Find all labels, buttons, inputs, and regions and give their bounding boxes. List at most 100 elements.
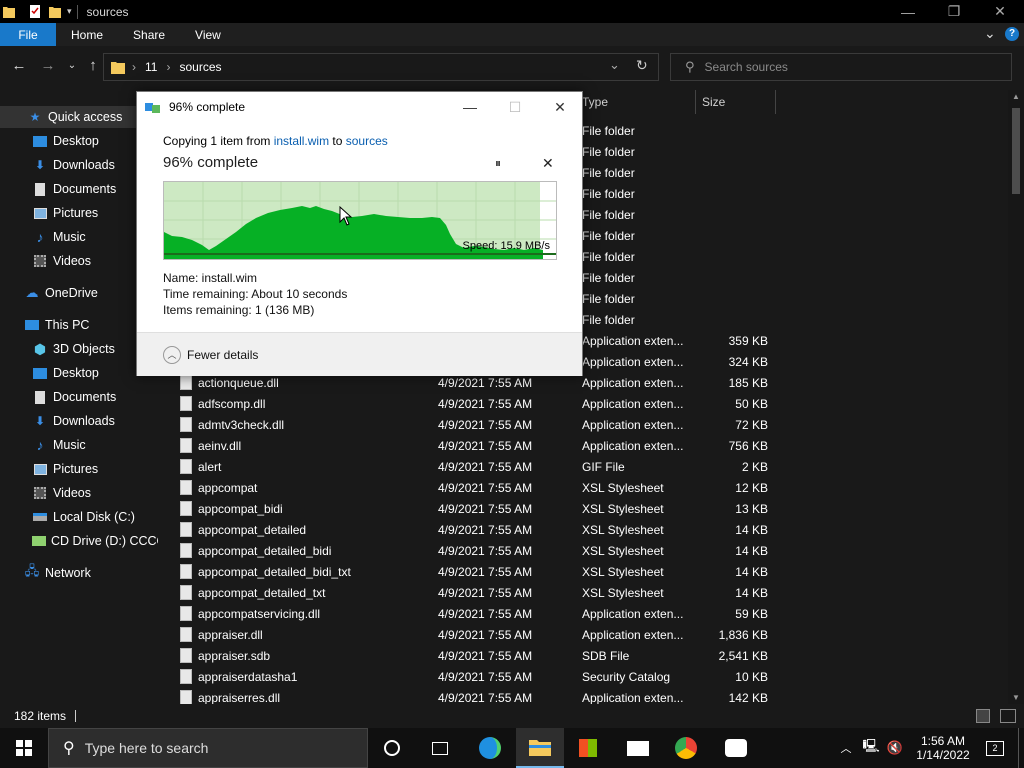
- up-arrow-icon[interactable]: ↑: [83, 57, 103, 74]
- table-row[interactable]: adfscomp.dll 4/9/2021 7:55 AM Application …: [170, 393, 1008, 414]
- cube-icon: ⬢: [33, 340, 47, 357]
- sidebar-item-desktop[interactable]: Desktop: [0, 130, 158, 152]
- scroll-down-icon[interactable]: ▼: [1012, 693, 1020, 702]
- sidebar-item-3d-objects[interactable]: ⬢ 3D Objects: [0, 338, 158, 360]
- taskbar-search-box[interactable]: ⚲ Type here to search: [48, 728, 368, 768]
- show-hidden-icons-chevron-icon[interactable]: ︿: [836, 728, 856, 768]
- table-row[interactable]: appraiser.sdb 4/9/2021 7:55 AM SDB File 2,5…: [170, 645, 1008, 666]
- scroll-up-icon[interactable]: ▲: [1012, 92, 1020, 101]
- sidebar-item-local-disk[interactable]: Local Disk (C:): [0, 506, 158, 528]
- taskbar-app-file-explorer[interactable]: [516, 728, 564, 768]
- recent-locations-chevron-icon[interactable]: ⌄: [62, 60, 82, 71]
- sidebar-item-network[interactable]: 🖧 Network: [0, 562, 158, 584]
- sidebar-item-music[interactable]: ♪ Music: [0, 226, 158, 248]
- table-row[interactable]: admtv3check.dll 4/9/2021 7:55 AM Applicati…: [170, 414, 1008, 435]
- help-icon[interactable]: ?: [1005, 27, 1019, 41]
- file-name: appcompat_detailed_bidi_txt: [198, 564, 351, 579]
- tab-view[interactable]: View: [180, 23, 236, 46]
- minimize-button[interactable]: —: [885, 0, 931, 23]
- sidebar-item-pc-music[interactable]: ♪ Music: [0, 434, 158, 456]
- source-link[interactable]: install.wim: [274, 134, 329, 148]
- column-header-type[interactable]: Type: [576, 90, 696, 114]
- sidebar-item-onedrive[interactable]: ☁ OneDrive: [0, 282, 158, 304]
- table-row[interactable]: appcompat_detailed 4/9/2021 7:55 AM XSL St…: [170, 519, 1008, 540]
- search-input[interactable]: [704, 60, 985, 74]
- start-button[interactable]: [0, 728, 48, 768]
- taskbar-app-edge[interactable]: [466, 728, 514, 768]
- taskbar-app-store[interactable]: [564, 728, 612, 768]
- new-folder-icon[interactable]: [49, 5, 61, 18]
- file-date: 4/9/2021 7:55 AM: [438, 648, 533, 663]
- action-center-button[interactable]: 2: [980, 728, 1010, 768]
- properties-icon[interactable]: [29, 5, 41, 18]
- quick-access-dropdown-icon[interactable]: ▾: [67, 6, 72, 17]
- chevron-up-icon: ︿: [163, 345, 181, 364]
- sidebar-item-pc-videos[interactable]: Videos: [0, 482, 158, 504]
- table-row[interactable]: appraiserdatasha1 4/9/2021 7:55 AM Securit…: [170, 666, 1008, 687]
- destination-link[interactable]: sources: [346, 134, 388, 148]
- address-bar[interactable]: › 11 › sources ⌄ ↻: [103, 53, 659, 81]
- forward-arrow-icon[interactable]: →: [38, 57, 58, 74]
- folder-icon[interactable]: [3, 5, 15, 18]
- sidebar-item-pc-downloads[interactable]: ⬇ Downloads: [0, 410, 158, 432]
- table-row[interactable]: appcompat_detailed_bidi 4/9/2021 7:55 AM X…: [170, 540, 1008, 561]
- search-box[interactable]: ⚲: [670, 53, 1012, 81]
- table-row[interactable]: appcompat_bidi 4/9/2021 7:55 AM XSL Styles…: [170, 498, 1008, 519]
- restore-button[interactable]: ❐: [931, 0, 977, 23]
- fewer-details-button[interactable]: ︿ Fewer details: [163, 345, 258, 364]
- file-icon: [180, 627, 192, 642]
- sidebar-item-this-pc[interactable]: This PC: [0, 314, 158, 336]
- copy-icon: [145, 103, 160, 113]
- tab-file[interactable]: File: [0, 23, 56, 46]
- file-size: 14 KB: [735, 522, 768, 537]
- table-row[interactable]: appraiser.dll 4/9/2021 7:55 AM Application…: [170, 624, 1008, 645]
- taskbar-app-people[interactable]: [712, 728, 760, 768]
- window-title: sources: [86, 4, 129, 19]
- vertical-scrollbar[interactable]: ▲ ▼: [1008, 90, 1024, 704]
- tab-share[interactable]: Share: [118, 23, 180, 46]
- table-row[interactable]: alert 4/9/2021 7:55 AM GIF File 2 KB: [170, 456, 1008, 477]
- pause-button[interactable]: ⏸: [495, 156, 501, 171]
- large-icons-view-icon[interactable]: [1000, 709, 1016, 723]
- sidebar-item-videos[interactable]: Videos: [0, 250, 158, 272]
- address-history-chevron-icon[interactable]: ⌄: [609, 57, 620, 73]
- dialog-close-button[interactable]: ✕: [537, 92, 583, 122]
- breadcrumb-sources[interactable]: sources: [179, 60, 221, 74]
- table-row[interactable]: appcompat_detailed_bidi_txt 4/9/2021 7:55…: [170, 561, 1008, 582]
- sidebar-item-pc-desktop[interactable]: Desktop: [0, 362, 158, 384]
- table-row[interactable]: appcompat 4/9/2021 7:55 AM XSL Stylesheet 1…: [170, 477, 1008, 498]
- taskbar-app-chrome[interactable]: [662, 728, 710, 768]
- sidebar-item-pc-pictures[interactable]: Pictures: [0, 458, 158, 480]
- table-row[interactable]: aeinv.dll 4/9/2021 7:55 AM Application ext…: [170, 435, 1008, 456]
- sidebar-item-quick-access[interactable]: ★ Quick access: [0, 106, 158, 128]
- show-desktop-button[interactable]: [1018, 728, 1024, 768]
- network-status-icon[interactable]: 🖳: [860, 728, 882, 768]
- cortana-button[interactable]: [368, 728, 416, 768]
- back-arrow-icon[interactable]: ←: [9, 57, 29, 74]
- breadcrumb-11[interactable]: 11: [145, 60, 157, 74]
- refresh-icon[interactable]: ↻: [636, 57, 648, 74]
- table-row[interactable]: appraiserres.dll 4/9/2021 7:55 AM Applicat…: [170, 687, 1008, 704]
- table-row[interactable]: appcompatservicing.dll 4/9/2021 7:55 AM Ap…: [170, 603, 1008, 624]
- expand-ribbon-icon[interactable]: ⌄: [984, 25, 996, 42]
- sidebar-item-pictures[interactable]: Pictures: [0, 202, 158, 224]
- sidebar-item-documents[interactable]: Documents: [0, 178, 158, 200]
- sidebar-item-pc-documents[interactable]: Documents: [0, 386, 158, 408]
- sidebar-item-downloads[interactable]: ⬇ Downloads: [0, 154, 158, 176]
- file-name: appcompat_detailed_bidi: [198, 543, 332, 558]
- scroll-thumb[interactable]: [1012, 108, 1020, 194]
- clock[interactable]: 1:56 AM 1/14/2022: [912, 728, 974, 768]
- table-row[interactable]: appcompat_detailed_txt 4/9/2021 7:55 AM XS…: [170, 582, 1008, 603]
- column-header-size[interactable]: Size: [696, 90, 776, 114]
- task-view-button[interactable]: [416, 728, 464, 768]
- tab-home[interactable]: Home: [56, 23, 118, 46]
- details-view-icon[interactable]: [976, 709, 990, 723]
- file-icon: [180, 669, 192, 684]
- taskbar-app-mail[interactable]: [614, 728, 662, 768]
- sidebar-item-cd-drive[interactable]: CD Drive (D:) CCCO: [0, 530, 158, 552]
- volume-muted-icon[interactable]: 🔇: [884, 728, 906, 768]
- file-size: 50 KB: [735, 396, 768, 411]
- close-button[interactable]: ✕: [977, 0, 1023, 23]
- dialog-minimize-button[interactable]: —: [447, 92, 493, 122]
- cancel-copy-button[interactable]: ✕: [542, 155, 554, 172]
